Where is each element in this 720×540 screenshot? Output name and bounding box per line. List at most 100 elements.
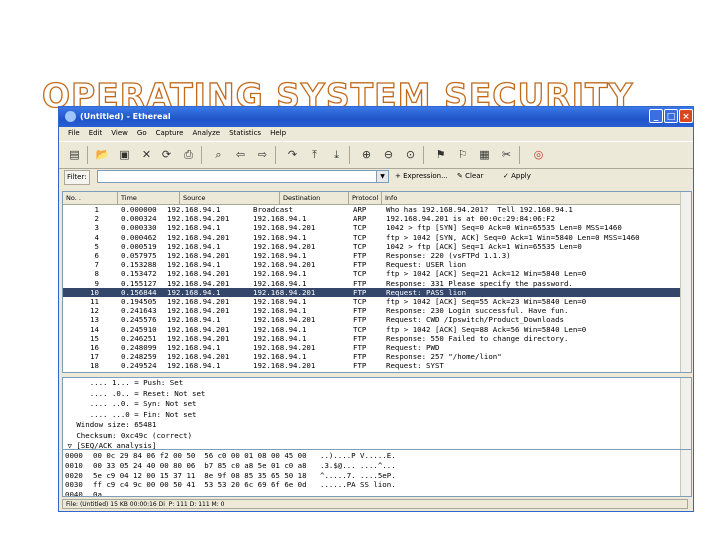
packet-row[interactable]: 17 0.248259 192.168.94.201 192.168.94.1 FTP R…	[63, 352, 691, 361]
row-source: 192.168.94.201	[167, 352, 230, 362]
open-icon[interactable]: 📂	[95, 147, 110, 162]
close-icon[interactable]: ✕	[139, 147, 154, 162]
packet-row[interactable]: 1 0.000000 192.168.94.1 Broadcast ARP Who has…	[63, 205, 691, 214]
row-info: Response: 257 "/home/lion"	[386, 352, 502, 362]
detail-line[interactable]: Window size: 65481	[63, 420, 691, 431]
print-icon[interactable]: ⎙	[181, 147, 196, 162]
col-no-header[interactable]: No. .	[63, 192, 118, 204]
menu-go[interactable]: Go	[137, 129, 147, 137]
row-info: 1042 > ftp [ACK] Seq=1 Ack=1 Win=65535 L…	[386, 241, 582, 251]
close-button[interactable]: ×	[679, 109, 693, 123]
col-destination-header[interactable]: Destination	[280, 192, 349, 204]
back-icon[interactable]: ⇦	[233, 147, 248, 162]
col-info-header[interactable]: Info	[382, 192, 683, 204]
menu-file[interactable]: File	[68, 129, 80, 137]
detail-line[interactable]: .... .0.. = Reset: Not set	[63, 389, 691, 400]
row-info: ftp > 1042 [ACK] Seq=21 Ack=12 Win=5840 …	[386, 269, 587, 279]
packet-row[interactable]: 11 0.194505 192.168.94.201 192.168.94.1 TCP f…	[63, 297, 691, 306]
menu-view[interactable]: View	[111, 129, 128, 137]
find-icon[interactable]: ⌕	[211, 147, 226, 162]
menu-edit[interactable]: Edit	[89, 129, 103, 137]
row-info: Response: 220 (vsFTPd 1.1.3)	[386, 251, 511, 260]
detail-line[interactable]: Checksum: 0xc49c (correct)	[63, 431, 691, 442]
packet-details-pane[interactable]: .... 1... = Push: Set .... .0.. = Reset:…	[62, 377, 692, 453]
row-protocol: FTP	[353, 260, 367, 270]
row-time: 0.155127	[121, 278, 157, 288]
packet-row[interactable]: 5 0.000519 192.168.94.1 192.168.94.201 TCP 10…	[63, 242, 691, 251]
maximize-button[interactable]: □	[664, 109, 678, 123]
packet-list-pane[interactable]: No. . Time Source Destination Protocol I…	[62, 191, 692, 373]
row-source: 192.168.94.201	[167, 232, 230, 242]
packet-details-tree: .... 1... = Push: Set .... .0.. = Reset:…	[63, 378, 691, 452]
row-info: Request: PWD	[386, 343, 440, 352]
packet-row[interactable]: 14 0.245910 192.168.94.201 192.168.94.1 TCP f…	[63, 325, 691, 334]
menu-help[interactable]: Help	[270, 129, 286, 137]
row-protocol: FTP	[353, 251, 367, 260]
col-protocol-header[interactable]: Protocol	[349, 192, 382, 204]
col-source-header[interactable]: Source	[180, 192, 280, 204]
goto-icon[interactable]: ↷	[285, 147, 300, 162]
col-time-header[interactable]: Time	[118, 192, 180, 204]
packet-bytes-pane[interactable]: 0000 00 0c 29 84 06 f2 00 50 56 c0 00 01 …	[62, 449, 692, 497]
packet-row[interactable]: 7 0.153288 192.168.94.1 192.168.94.201 FTP Re…	[63, 260, 691, 269]
minimize-button[interactable]: _	[649, 109, 663, 123]
row-destination: 192.168.94.1	[253, 278, 307, 288]
ethereal-app-icon	[65, 111, 76, 122]
detail-line[interactable]: .... ...0 = Fin: Not set	[63, 410, 691, 421]
apply-button[interactable]: ✓ Apply	[503, 170, 531, 183]
packet-row[interactable]: 13 0.245576 192.168.94.1 192.168.94.201 FTP R…	[63, 315, 691, 324]
ethereal-window: (Untitled) - Ethereal _ □ × File Edit View…	[58, 106, 694, 512]
row-destination: 192.168.94.201	[253, 287, 316, 297]
packet-row[interactable]: 2 0.000324 192.168.94.201 192.168.94.1 ARP 19…	[63, 214, 691, 223]
packet-row[interactable]: 16 0.248099 192.168.94.1 192.168.94.201 FTP R…	[63, 343, 691, 352]
save-icon[interactable]: ▣	[117, 147, 132, 162]
preferences-icon[interactable]: ✂	[499, 147, 514, 162]
zoom-normal-icon[interactable]: ⊙	[403, 147, 418, 162]
bytes-scrollbar[interactable]	[680, 450, 691, 496]
menu-statistics[interactable]: Statistics	[229, 129, 261, 137]
filter-dropdown-button[interactable]: ▼	[376, 170, 389, 183]
row-protocol: TCP	[353, 232, 367, 242]
row-source: 192.168.94.1	[167, 260, 221, 270]
hex-ascii: ..)....P V.....E.	[320, 451, 396, 460]
packet-row[interactable]: 8 0.153472 192.168.94.201 192.168.94.1 TCP ft…	[63, 269, 691, 278]
detail-line[interactable]: .... 1... = Push: Set	[63, 378, 691, 389]
packet-row[interactable]: 6 0.057975 192.168.94.201 192.168.94.1 FTP Re…	[63, 251, 691, 260]
clear-button[interactable]: ✎ Clear	[457, 170, 483, 183]
packet-row[interactable]: 12 0.241643 192.168.94.201 192.168.94.1 FTP R…	[63, 306, 691, 315]
help-icon[interactable]: ◎	[531, 147, 546, 162]
row-protocol: TCP	[353, 324, 367, 334]
packet-row[interactable]: 15 0.246251 192.168.94.201 192.168.94.1 FTP R…	[63, 334, 691, 343]
hex-offset: 0010	[65, 460, 83, 470]
coloring-icon[interactable]: ▦	[477, 147, 492, 162]
reload-icon[interactable]: ⟳	[159, 147, 174, 162]
row-destination: 192.168.94.201	[253, 260, 316, 270]
zoom-out-icon[interactable]: ⊖	[381, 147, 396, 162]
details-scrollbar[interactable]	[680, 378, 691, 452]
packet-row[interactable]: 3 0.000330 192.168.94.1 192.168.94.201 TCP 10…	[63, 223, 691, 232]
zoom-in-icon[interactable]: ⊕	[359, 147, 374, 162]
filter-input[interactable]	[97, 170, 383, 183]
menu-capture[interactable]: Capture	[156, 129, 184, 137]
interface-list-icon[interactable]: ▤	[67, 147, 82, 162]
hex-offset: 0040	[65, 490, 83, 497]
filter-label-button[interactable]: Filter:	[64, 170, 90, 185]
row-no: 17	[90, 352, 99, 362]
capture-filter-icon[interactable]: ⚑	[433, 147, 448, 162]
row-info: ftp > 1042 [SYN, ACK] Seq=0 Ack=1 Win=58…	[386, 232, 640, 242]
detail-line[interactable]: .... ..0. = Syn: Not set	[63, 399, 691, 410]
row-destination: Broadcast	[253, 205, 294, 214]
packet-row[interactable]: 4 0.000462 192.168.94.201 192.168.94.1 TCP ft…	[63, 233, 691, 242]
first-icon[interactable]: ⤒	[307, 147, 322, 162]
window-titlebar[interactable]: (Untitled) - Ethereal _ □ ×	[59, 107, 693, 127]
display-filter-icon[interactable]: ⚐	[455, 147, 470, 162]
packet-row[interactable]: 10 0.156844 192.168.94.1 192.168.94.201 FTP R…	[63, 287, 691, 297]
packet-row[interactable]: 18 0.249524 192.168.94.1 192.168.94.201 FTP R…	[63, 361, 691, 370]
menu-analyze[interactable]: Analyze	[192, 129, 220, 137]
packet-row[interactable]: 9 0.155127 192.168.94.201 192.168.94.1 FTP Re…	[63, 279, 691, 288]
expression-button[interactable]: + Expression...	[395, 170, 448, 183]
row-time: 0.000330	[121, 223, 157, 233]
forward-icon[interactable]: ⇨	[255, 147, 270, 162]
last-icon[interactable]: ⤓	[329, 147, 344, 162]
packet-list-scrollbar[interactable]	[680, 192, 691, 372]
